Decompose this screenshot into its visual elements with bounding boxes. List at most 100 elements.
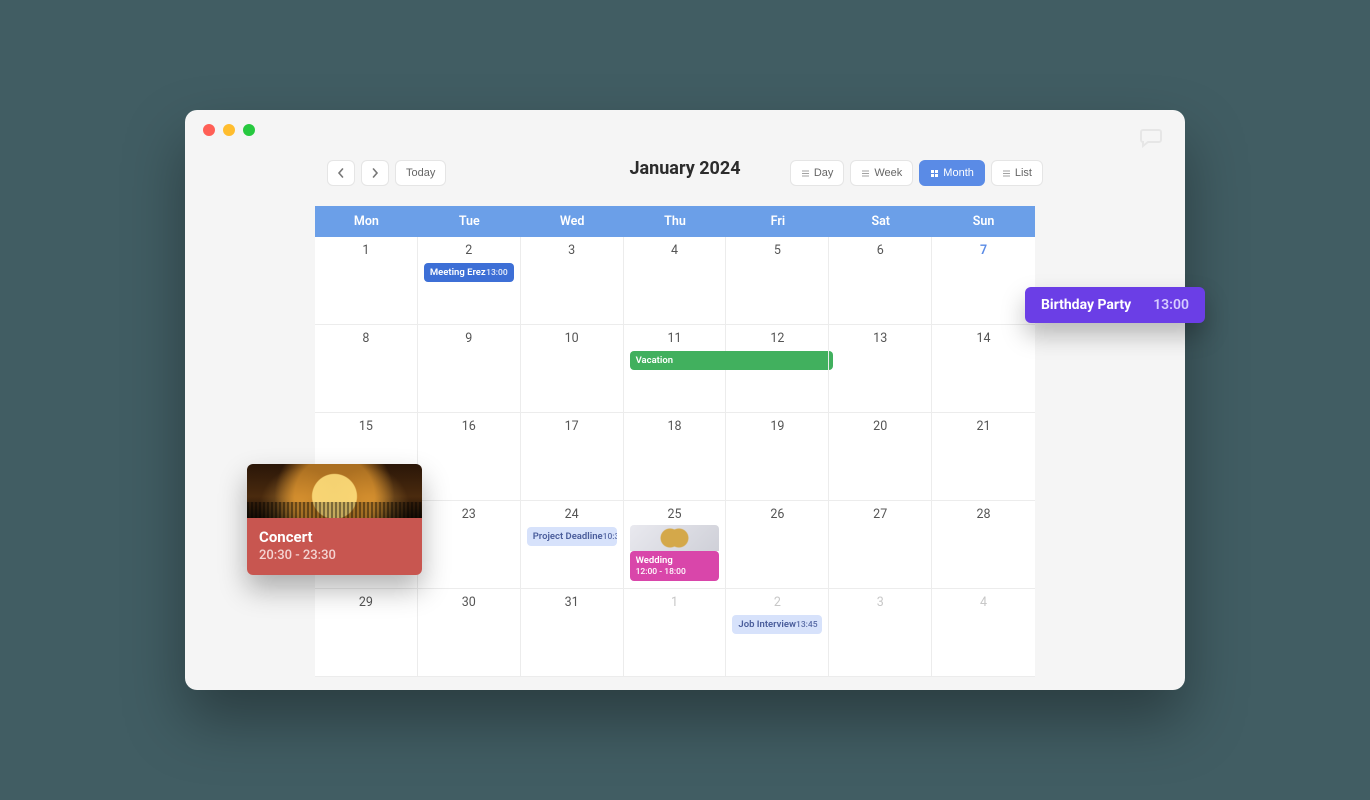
day-cell[interactable]: 28 [932,501,1035,589]
event-time: 13:45 [796,620,818,630]
event-meeting[interactable]: Meeting Erez13:00 [424,263,514,282]
day-cell[interactable]: 12 [726,325,829,413]
day-cell[interactable]: 3 [829,589,932,677]
day-cell[interactable]: 1 [315,237,418,325]
weekday: Tue [418,206,521,237]
maximize-window-icon[interactable] [243,124,255,136]
event-card-birthday[interactable]: Birthday Party 13:00 [1025,287,1205,323]
day-number: 2 [424,243,514,258]
day-cell[interactable]: 30 [418,589,521,677]
day-cell[interactable]: 31 [521,589,624,677]
day-cell[interactable]: 23 [418,501,521,589]
day-cell[interactable]: 18 [624,413,727,501]
day-number: 29 [321,595,411,610]
wedding-image [630,525,720,551]
day-number: 4 [938,595,1029,610]
event-card-time: 20:30 - 23:30 [259,548,410,563]
view-month-button[interactable]: Month [919,160,985,186]
list-icon [861,169,870,178]
day-cell[interactable]: 10 [521,325,624,413]
day-cell[interactable]: 8 [315,325,418,413]
day-cell[interactable]: 29 [315,589,418,677]
calendar: Mon Tue Wed Thu Fri Sat Sun 12Meeting Er… [315,206,1035,677]
day-number: 1 [321,243,411,258]
day-cell[interactable]: 4 [932,589,1035,677]
day-number: 10 [527,331,617,346]
day-number: 8 [321,331,411,346]
chat-icon [1139,126,1163,152]
day-number: 28 [938,507,1029,522]
nav-group: Today [327,160,446,186]
view-switcher: Day Week Month List [790,160,1043,186]
day-cell[interactable]: 24Project Deadline10:30 [521,501,624,589]
window-titlebar [185,110,1185,150]
day-cell[interactable]: 26 [726,501,829,589]
weekday-header: Mon Tue Wed Thu Fri Sat Sun [315,206,1035,237]
event-card-body: Concert 20:30 - 23:30 [247,518,422,575]
day-number: 25 [630,507,720,522]
day-cell[interactable]: 17 [521,413,624,501]
day-cell[interactable]: 9 [418,325,521,413]
event-card-time: 13:00 [1153,297,1189,313]
view-day-label: Day [814,167,834,179]
weekday: Wed [521,206,624,237]
event-title: Wedding [636,555,714,566]
day-number: 31 [527,595,617,610]
view-month-label: Month [943,167,974,179]
day-number: 27 [835,507,925,522]
day-number: 14 [938,331,1029,346]
weekday: Sun [932,206,1035,237]
day-cell[interactable]: 5 [726,237,829,325]
day-number: 3 [527,243,617,258]
calendar-toolbar: Today January 2024 Day Week Month List [315,150,1055,206]
event-title: Vacation [636,355,673,366]
view-week-label: Week [874,167,902,179]
day-number: 3 [835,595,925,610]
next-button[interactable] [361,160,389,186]
day-cell[interactable]: 16 [418,413,521,501]
prev-button[interactable] [327,160,355,186]
day-number: 20 [835,419,925,434]
day-number: 13 [835,331,925,346]
day-cell[interactable]: 19 [726,413,829,501]
view-list-button[interactable]: List [991,160,1043,186]
day-cell[interactable]: 21 [932,413,1035,501]
today-button[interactable]: Today [395,160,446,186]
day-number: 6 [835,243,925,258]
day-cell[interactable]: 25 Wedding12:00 - 18:00 [624,501,727,589]
day-cell[interactable]: 6 [829,237,932,325]
event-time: 13:00 [486,268,508,278]
minimize-window-icon[interactable] [223,124,235,136]
view-week-button[interactable]: Week [850,160,913,186]
event-title: Project Deadline [533,531,603,542]
weekday: Sat [829,206,932,237]
event-wedding[interactable]: Wedding12:00 - 18:00 [630,551,720,581]
view-day-button[interactable]: Day [790,160,845,186]
day-cell[interactable]: 14 [932,325,1035,413]
event-job-interview[interactable]: Job Interview13:45 [732,615,822,634]
event-card-title: Concert [259,528,410,546]
event-project-deadline[interactable]: Project Deadline10:30 [527,527,617,546]
day-cell[interactable]: 13 [829,325,932,413]
day-cell[interactable]: 27 [829,501,932,589]
event-card-concert[interactable]: Concert 20:30 - 23:30 [247,464,422,575]
day-number: 2 [732,595,822,610]
weekday: Thu [624,206,727,237]
event-title: Meeting Erez [430,267,486,278]
day-number: 21 [938,419,1029,434]
day-number: 9 [424,331,514,346]
day-cell[interactable]: 20 [829,413,932,501]
day-cell[interactable]: 3 [521,237,624,325]
day-number: 18 [630,419,720,434]
event-time: 10:30 [603,532,617,542]
day-cell[interactable]: 11Vacation [624,325,727,413]
day-cell[interactable]: 1 [624,589,727,677]
day-number: 1 [630,595,720,610]
day-cell[interactable]: 2 Meeting Erez13:00 [418,237,521,325]
close-window-icon[interactable] [203,124,215,136]
day-cell[interactable]: 2 Job Interview13:45 [726,589,829,677]
day-cell[interactable]: 7 [932,237,1035,325]
grid-icon [930,169,939,178]
day-number: 15 [321,419,411,434]
day-cell[interactable]: 4 [624,237,727,325]
